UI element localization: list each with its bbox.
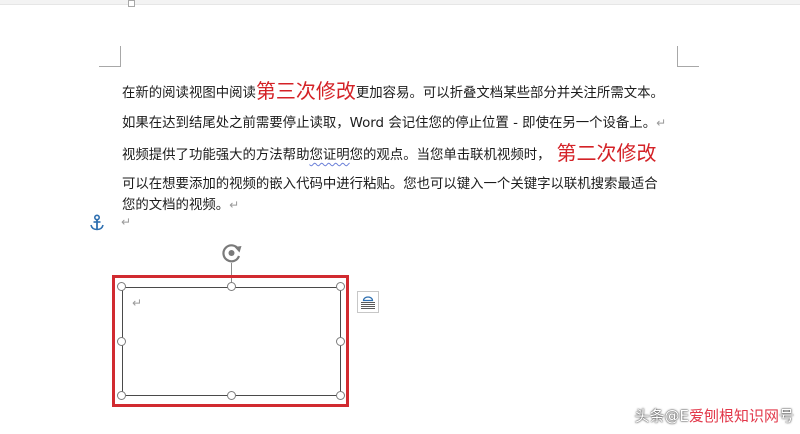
crop-mark-top-left-horizontal [99, 66, 121, 67]
resize-handle-bottom-center[interactable] [227, 391, 236, 400]
revision-highlight-third: 第三次修改 [255, 79, 356, 103]
page-top-edge [0, 0, 800, 5]
crop-mark-top-right-horizontal [677, 66, 699, 67]
resize-handle-bottom-right[interactable] [336, 391, 345, 400]
layout-options-icon [361, 296, 375, 309]
resize-handle-middle-left[interactable] [117, 337, 126, 346]
grammar-squiggle-text[interactable]: 您证明 [309, 148, 349, 163]
empty-paragraph-mark: ↵ [121, 215, 132, 229]
document-page[interactable]: 在新的阅读视图中阅读第三次修改更加容易。可以折叠文档某些部分并关注所需文本。 如… [0, 0, 800, 434]
layout-options-button[interactable] [357, 291, 379, 313]
resize-handle-middle-right[interactable] [336, 337, 345, 346]
watermark-overlay: 爱刨根知识网 [688, 407, 779, 425]
text-box[interactable]: ↵ [122, 287, 341, 396]
paragraph-3-text-before: 视频提供了功能强大的方法帮助 [122, 148, 310, 163]
paragraph-2-text: 如果在达到结尾处之前需要停止读取，Word 会记住您的停止位置 - 即使在另一个… [122, 116, 657, 131]
paragraph-4-line-2[interactable]: 您的文档的视频。↵ [122, 194, 239, 217]
paragraph-4-text-line-2: 您的文档的视频。 [122, 198, 230, 213]
paragraph-mark: ↵ [656, 116, 667, 130]
anchor-icon[interactable] [89, 214, 105, 236]
crop-mark-top-right-vertical [677, 46, 678, 67]
resize-handle-top-right[interactable] [336, 282, 345, 291]
resize-handle-top-left[interactable] [117, 282, 126, 291]
watermark-base: 头条@E [634, 407, 689, 425]
paragraph-3-text-after: 您的观点。当您单击联机视频时， [349, 148, 551, 163]
ruler-marker[interactable] [128, 0, 135, 7]
crop-mark-top-left-vertical [120, 46, 121, 67]
paragraph-4-text-line-1: 可以在想要添加的视频的嵌入代码中进行粘贴。您也可以键入一个关键字以联机搜索最适合 [122, 177, 658, 192]
watermark: 头条@E爱刨根知识网号 [634, 405, 794, 426]
paragraph-mark: ↵ [229, 198, 240, 212]
resize-handle-bottom-left[interactable] [117, 391, 126, 400]
watermark-tail: 号 [778, 407, 794, 425]
revision-highlight-second: 第二次修改 [556, 141, 657, 165]
text-box-paragraph-mark: ↵ [132, 296, 143, 310]
paragraph-4-line-1[interactable]: 可以在想要添加的视频的嵌入代码中进行粘贴。您也可以键入一个关键字以联机搜索最适合 [122, 174, 658, 196]
paragraph-1[interactable]: 在新的阅读视图中阅读第三次修改更加容易。可以折叠文档某些部分并关注所需文本。 [122, 80, 664, 105]
resize-handle-top-center[interactable] [227, 282, 236, 291]
paragraph-1-text-after: 更加容易。可以折叠文档某些部分并关注所需文本。 [355, 86, 664, 101]
paragraph-1-text-before: 在新的阅读视图中阅读 [122, 86, 256, 101]
paragraph-2[interactable]: 如果在达到结尾处之前需要停止读取，Word 会记住您的停止位置 - 即使在另一个… [122, 112, 666, 135]
paragraph-3[interactable]: 视频提供了功能强大的方法帮助您证明您的观点。当您单击联机视频时， 第二次修改 [122, 142, 657, 167]
